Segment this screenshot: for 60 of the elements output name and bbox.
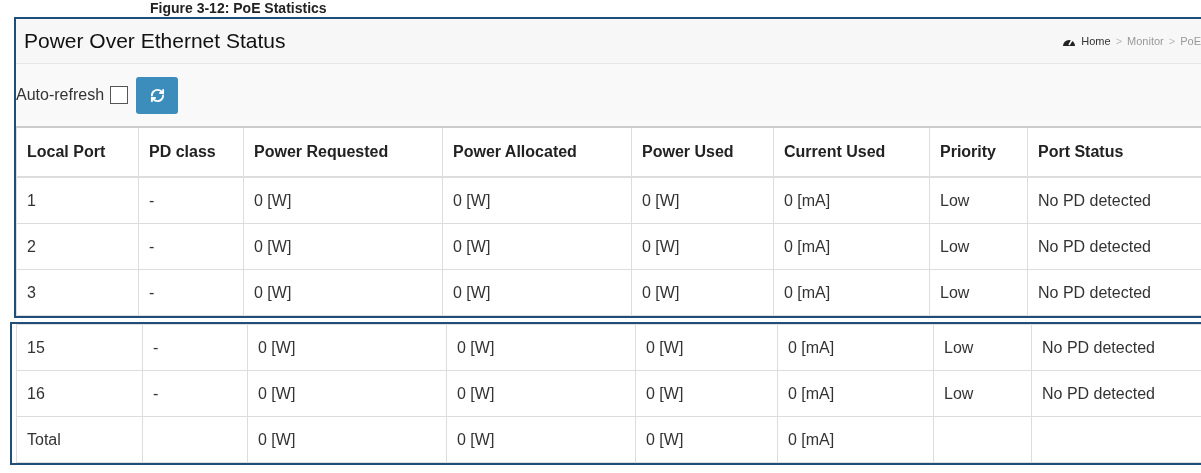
table-cell: 0 [W] bbox=[442, 177, 632, 224]
table-cell: 1 bbox=[16, 177, 139, 224]
table-cell: 16 bbox=[16, 370, 143, 417]
column-header: Power Requested bbox=[243, 127, 443, 177]
table-cell: 2 bbox=[16, 223, 139, 270]
table-cell: Total bbox=[16, 416, 143, 463]
table-cell: 0 [W] bbox=[631, 223, 774, 270]
breadcrumb-separator: > bbox=[1115, 35, 1123, 47]
table-cell: No PD detected bbox=[1031, 324, 1201, 371]
column-header: PD class bbox=[138, 127, 244, 177]
panel-title: Power Over Ethernet Status bbox=[24, 29, 286, 53]
column-header: Power Used bbox=[631, 127, 774, 177]
table-cell: 0 [W] bbox=[442, 269, 632, 316]
breadcrumb-link[interactable]: Home bbox=[1081, 35, 1111, 47]
column-header: Priority bbox=[929, 127, 1028, 177]
table-cell: Low bbox=[929, 177, 1028, 224]
table-cell: 0 [mA] bbox=[773, 223, 930, 270]
table-cell: 0 [W] bbox=[446, 370, 636, 417]
table-cell: 0 [W] bbox=[442, 223, 632, 270]
table-cell: 15 bbox=[16, 324, 143, 371]
table-cell: 0 [mA] bbox=[777, 324, 934, 371]
refresh-icon bbox=[149, 87, 165, 103]
breadcrumb-separator: > bbox=[1168, 35, 1176, 47]
breadcrumb-link[interactable]: PoE bbox=[1180, 35, 1201, 47]
auto-refresh-checkbox[interactable] bbox=[110, 86, 129, 104]
refresh-button[interactable] bbox=[136, 76, 179, 114]
table-cell: 0 [mA] bbox=[777, 370, 934, 417]
table-cell: - bbox=[138, 223, 244, 270]
table-cell: Low bbox=[933, 370, 1032, 417]
breadcrumb-link[interactable]: Monitor bbox=[1127, 35, 1164, 47]
table-cell: 3 bbox=[16, 269, 139, 316]
figure-caption: Figure 3-12: PoE Statistics bbox=[149, 0, 328, 16]
table-cell: 0 [W] bbox=[631, 177, 774, 224]
auto-refresh-label: Auto-refresh bbox=[16, 86, 105, 104]
table-cell: 0 [mA] bbox=[773, 269, 930, 316]
table-cell: 0 [mA] bbox=[777, 416, 934, 463]
table-cell: Low bbox=[929, 269, 1028, 316]
table-cell: 0 [W] bbox=[243, 269, 443, 316]
table-cell: 0 [W] bbox=[631, 269, 774, 316]
column-header: Local Port bbox=[16, 127, 139, 177]
table-cell: Low bbox=[929, 223, 1028, 270]
table-cell: - bbox=[142, 370, 248, 417]
table-cell: 0 [W] bbox=[243, 177, 443, 224]
table-cell: 0 [W] bbox=[247, 416, 447, 463]
table-cell: 0 [W] bbox=[243, 223, 443, 270]
table-cell: 0 [mA] bbox=[773, 177, 930, 224]
table-cell: - bbox=[142, 324, 248, 371]
table-cell: Low bbox=[933, 324, 1032, 371]
table-cell: 0 [W] bbox=[635, 370, 778, 417]
table-cell: 0 [W] bbox=[635, 416, 778, 463]
column-header: Current Used bbox=[773, 127, 930, 177]
table-cell: 0 [W] bbox=[247, 370, 447, 417]
column-header: Power Allocated bbox=[442, 127, 632, 177]
table-cell: 0 [W] bbox=[446, 324, 636, 371]
table-cell: 0 [W] bbox=[247, 324, 447, 371]
table-cell: - bbox=[138, 177, 244, 224]
column-header: Port Status bbox=[1027, 127, 1201, 177]
table-cell: 0 [W] bbox=[446, 416, 636, 463]
table-cell: - bbox=[138, 269, 244, 316]
table-cell: 0 [W] bbox=[635, 324, 778, 371]
